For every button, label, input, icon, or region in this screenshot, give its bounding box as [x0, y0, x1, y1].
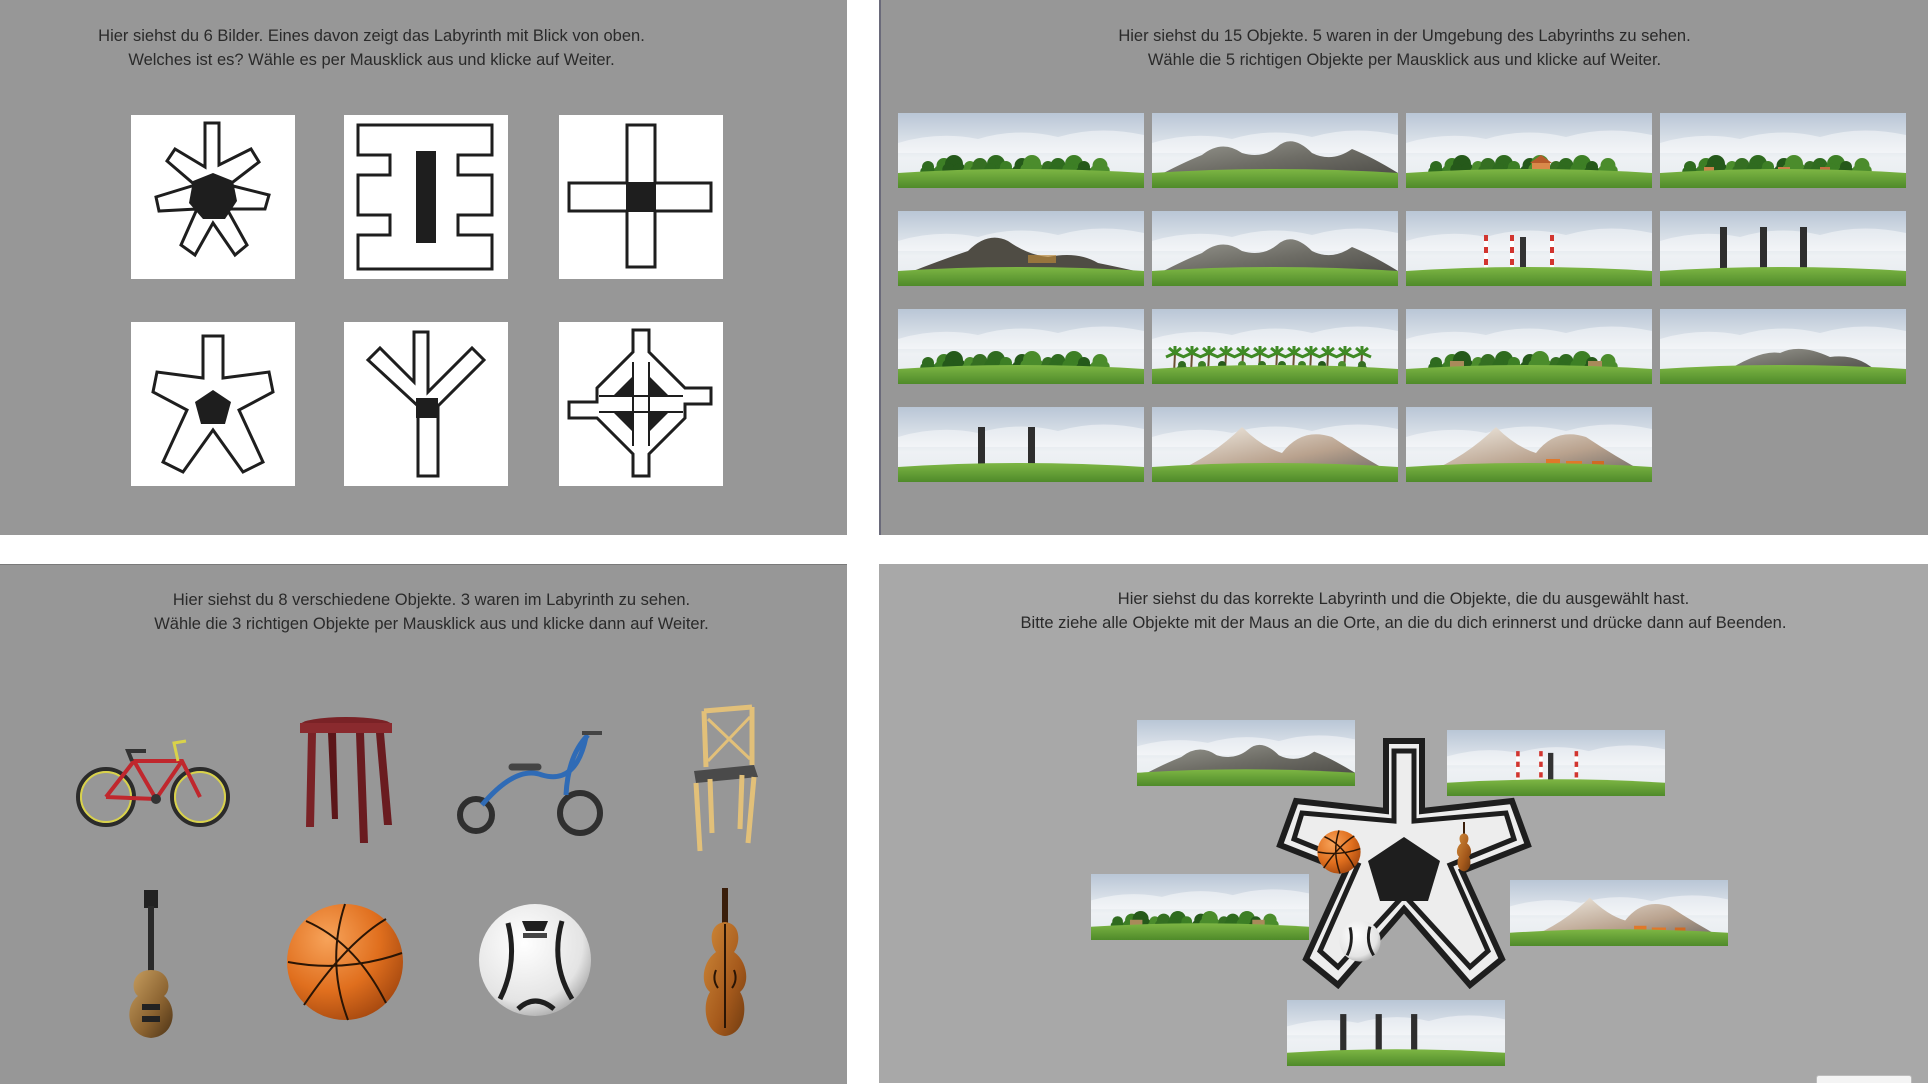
landmark-instructions: Hier siehst du 15 Objekte. 5 waren in de…: [881, 24, 1928, 72]
landmark-option-grey-hills[interactable]: [1152, 211, 1398, 286]
basketball-icon: [287, 903, 403, 1021]
maze-5-arms-drawing: [151, 334, 275, 474]
maze-cross-drawing: [567, 123, 713, 269]
maze-6-arms-drawing: [154, 121, 271, 258]
bushes-scene: [898, 113, 1144, 188]
trees-with-cabins-scene: [1406, 309, 1652, 384]
landmark-option-bushes[interactable]: [898, 113, 1144, 188]
object-instructions: Hier siehst du 8 verschiedene Objekte. 3…: [8, 588, 847, 636]
violin-icon: [1456, 822, 1472, 872]
tricycle-icon: [457, 731, 603, 836]
bicycle-icon: [76, 739, 230, 827]
maze-option-y-fork[interactable]: [344, 322, 508, 486]
landmark-instruction-line2: Wähle die 5 richtigen Objekte per Mauskl…: [1147, 51, 1662, 69]
landmark-option-red-white-chimneys[interactable]: [1406, 211, 1652, 286]
soccer-ball-icon: [479, 904, 591, 1016]
maze-diamond-cross-drawing: [567, 328, 713, 478]
landmark-option-rock-mound[interactable]: [1660, 309, 1906, 384]
maze-option-diamond-cross[interactable]: [559, 322, 723, 486]
placed-landmark-snowy-range-with-houses[interactable]: [1510, 880, 1728, 946]
landmark-option-rock-hills[interactable]: [1152, 113, 1398, 188]
object-chair[interactable]: [682, 704, 762, 855]
placed-soccer-ball[interactable]: [1339, 920, 1381, 962]
snowy-peaks-scene: [1152, 407, 1398, 482]
violin-icon: [703, 888, 747, 1036]
object-instruction-line2: Wähle die 3 richtigen Objekte per Mauskl…: [154, 615, 709, 633]
object-tricycle[interactable]: [456, 725, 612, 839]
landmark-option-dark-mountain[interactable]: [898, 211, 1144, 286]
three-dark-towers-scene: [1287, 1000, 1505, 1066]
palm-trees-scene: [1152, 309, 1398, 384]
placement-instruction-line1: Hier siehst du das korrekte Labyrinth un…: [1117, 590, 1690, 608]
maze-instruction-line2: Welches ist es? Wähle es per Mausklick a…: [128, 51, 615, 69]
trees-with-huts-scene: [1660, 113, 1906, 188]
landmark-instruction-line1: Hier siehst du 15 Objekte. 5 waren in de…: [1118, 27, 1691, 45]
object-basketball[interactable]: [286, 903, 404, 1021]
snowy-range-with-houses-scene: [1406, 407, 1652, 482]
landmark-question-panel: Hier siehst du 15 Objekte. 5 waren in de…: [879, 0, 1928, 535]
rock-hills-scene: [1137, 720, 1355, 786]
red-white-chimneys-scene: [1406, 211, 1652, 286]
landmark-option-leafy-trees[interactable]: [898, 309, 1144, 384]
object-bicycle[interactable]: [74, 725, 234, 835]
basketball-icon: [1317, 830, 1361, 874]
placement-instructions: Hier siehst du das korrekte Labyrinth un…: [879, 587, 1928, 635]
trees-with-cabins-scene: [1091, 874, 1309, 940]
maze-option-h-shape[interactable]: [344, 115, 508, 279]
placed-landmark-red-white-chimneys[interactable]: [1447, 730, 1665, 796]
object-stool[interactable]: [298, 715, 394, 845]
dark-mountain-scene: [898, 211, 1144, 286]
placed-basketball[interactable]: [1317, 830, 1361, 874]
placement-panel: Hier siehst du das korrekte Labyrinth un…: [879, 564, 1928, 1083]
placement-instruction-line2: Bitte ziehe alle Objekte mit der Maus an…: [1020, 614, 1787, 632]
guitar-icon: [129, 890, 173, 1038]
maze-option-5-arms[interactable]: [131, 322, 295, 486]
three-dark-towers-scene: [1660, 211, 1906, 286]
placed-violin[interactable]: [1455, 820, 1473, 874]
leafy-trees-scene: [898, 309, 1144, 384]
soccer-ball-icon: [1339, 920, 1381, 962]
object-soccer-ball[interactable]: [478, 903, 592, 1017]
maze-y-fork-drawing: [365, 330, 487, 478]
landmark-option-trees-with-huts[interactable]: [1660, 113, 1906, 188]
stool-icon: [300, 717, 392, 843]
rock-mound-scene: [1660, 309, 1906, 384]
maze-instructions: Hier siehst du 6 Bilder. Eines davon zei…: [0, 24, 795, 72]
landmark-option-three-dark-towers[interactable]: [1660, 211, 1906, 286]
placed-landmark-three-dark-towers[interactable]: [1287, 1000, 1505, 1066]
two-dark-towers-scene: [898, 407, 1144, 482]
grey-hills-scene: [1152, 211, 1398, 286]
placed-landmark-rock-hills[interactable]: [1137, 720, 1355, 786]
object-instruction-line1: Hier siehst du 8 verschiedene Objekte. 3…: [172, 591, 691, 609]
finish-button[interactable]: [1816, 1075, 1912, 1083]
landmark-option-trees-with-cabins[interactable]: [1406, 309, 1652, 384]
maze-h-shape-drawing: [356, 123, 494, 271]
maze-option-cross[interactable]: [559, 115, 723, 279]
object-violin[interactable]: [698, 888, 752, 1038]
object-guitar[interactable]: [122, 890, 180, 1040]
red-white-chimneys-scene: [1447, 730, 1665, 796]
placed-landmark-trees-with-cabins[interactable]: [1091, 874, 1309, 940]
rock-hills-scene: [1152, 113, 1398, 188]
landmark-option-snowy-peaks[interactable]: [1152, 407, 1398, 482]
landmark-option-palm-trees[interactable]: [1152, 309, 1398, 384]
snowy-range-with-houses-scene: [1510, 880, 1728, 946]
maze-instruction-line1: Hier siehst du 6 Bilder. Eines davon zei…: [98, 27, 645, 45]
maze-option-6-arms[interactable]: [131, 115, 295, 279]
object-question-panel: Hier siehst du 8 verschiedene Objekte. 3…: [0, 564, 847, 1084]
maze-question-panel: Hier siehst du 6 Bilder. Eines davon zei…: [0, 0, 847, 535]
landmark-option-two-dark-towers[interactable]: [898, 407, 1144, 482]
trees-with-house-scene: [1406, 113, 1652, 188]
landmark-option-trees-with-house[interactable]: [1406, 113, 1652, 188]
landmark-option-snowy-range-with-houses[interactable]: [1406, 407, 1652, 482]
chair-icon: [693, 704, 758, 852]
